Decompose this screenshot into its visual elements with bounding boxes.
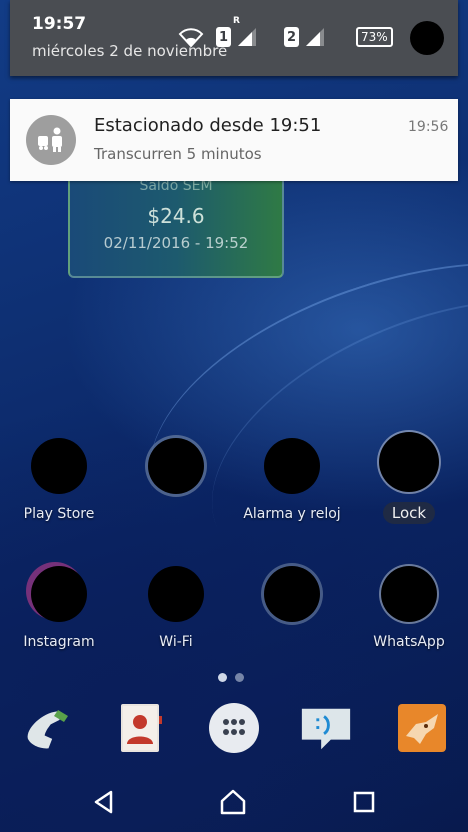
app-drawer-icon[interactable] (206, 700, 262, 756)
page-dot-active (218, 673, 227, 682)
sem-balance-widget[interactable]: Saldo SEM $24.6 02/11/2016 - 19:52 (68, 170, 284, 278)
parking-notification[interactable]: Estacionado desde 19:51 Transcurren 5 mi… (10, 99, 458, 181)
app-whatsapp[interactable]: WhatsApp (359, 566, 459, 650)
app-play-store[interactable]: Play Store (9, 438, 109, 522)
back-icon[interactable] (86, 784, 122, 820)
sim1-indicator: 1 (216, 24, 231, 50)
app-icon (148, 438, 204, 494)
clock-time: 19:57 (32, 14, 87, 34)
sim2-indicator: 2 (284, 24, 299, 50)
notification-text: Transcurren 5 minutos (94, 145, 262, 163)
phone-icon[interactable] (20, 700, 76, 756)
app-wifi[interactable]: Wi-Fi (126, 566, 226, 650)
wifi-settings-icon (148, 566, 204, 622)
page-dot (235, 673, 244, 682)
app-label: Lock (382, 502, 436, 524)
app-instagram[interactable]: Instagram (9, 566, 109, 650)
signal1-icon (236, 24, 258, 50)
wifi-icon (178, 24, 204, 50)
contacts-icon[interactable] (112, 700, 168, 756)
lock-icon (379, 432, 439, 492)
home-icon[interactable] (215, 784, 251, 820)
parking-attendant-icon (26, 115, 76, 165)
app-label: Alarma y reloj (243, 506, 341, 522)
navigation-bar (0, 770, 468, 832)
app-icon (264, 566, 320, 622)
whatsapp-icon (381, 566, 437, 622)
app-label: WhatsApp (373, 634, 445, 650)
instagram-icon (31, 566, 87, 622)
browser-icon[interactable] (394, 700, 450, 756)
app-unlabeled-2[interactable] (242, 566, 342, 634)
notification-time: 19:56 (408, 119, 449, 135)
recents-icon[interactable] (346, 784, 382, 820)
page-indicator (218, 673, 244, 682)
avatar[interactable] (410, 21, 444, 55)
app-alarma-reloj[interactable]: Alarma y reloj (242, 438, 342, 522)
widget-amount: $24.6 (147, 204, 205, 228)
battery-level: 73% (356, 27, 393, 47)
play-store-icon (31, 438, 87, 494)
signal2-icon (304, 24, 326, 50)
app-label: Play Store (23, 506, 95, 522)
clock-icon (264, 438, 320, 494)
battery-icon: 73% (356, 24, 393, 50)
status-shade[interactable]: 19:57 miércoles 2 de noviembre 1 R 2 73% (10, 0, 458, 76)
notification-title: Estacionado desde 19:51 (94, 115, 322, 136)
messaging-icon[interactable] (298, 700, 354, 756)
app-unlabeled-1[interactable] (126, 438, 226, 506)
app-label: Instagram (23, 634, 95, 650)
widget-date: 02/11/2016 - 19:52 (103, 234, 249, 252)
app-label: Wi-Fi (159, 634, 193, 650)
app-lock[interactable]: Lock (359, 432, 459, 524)
